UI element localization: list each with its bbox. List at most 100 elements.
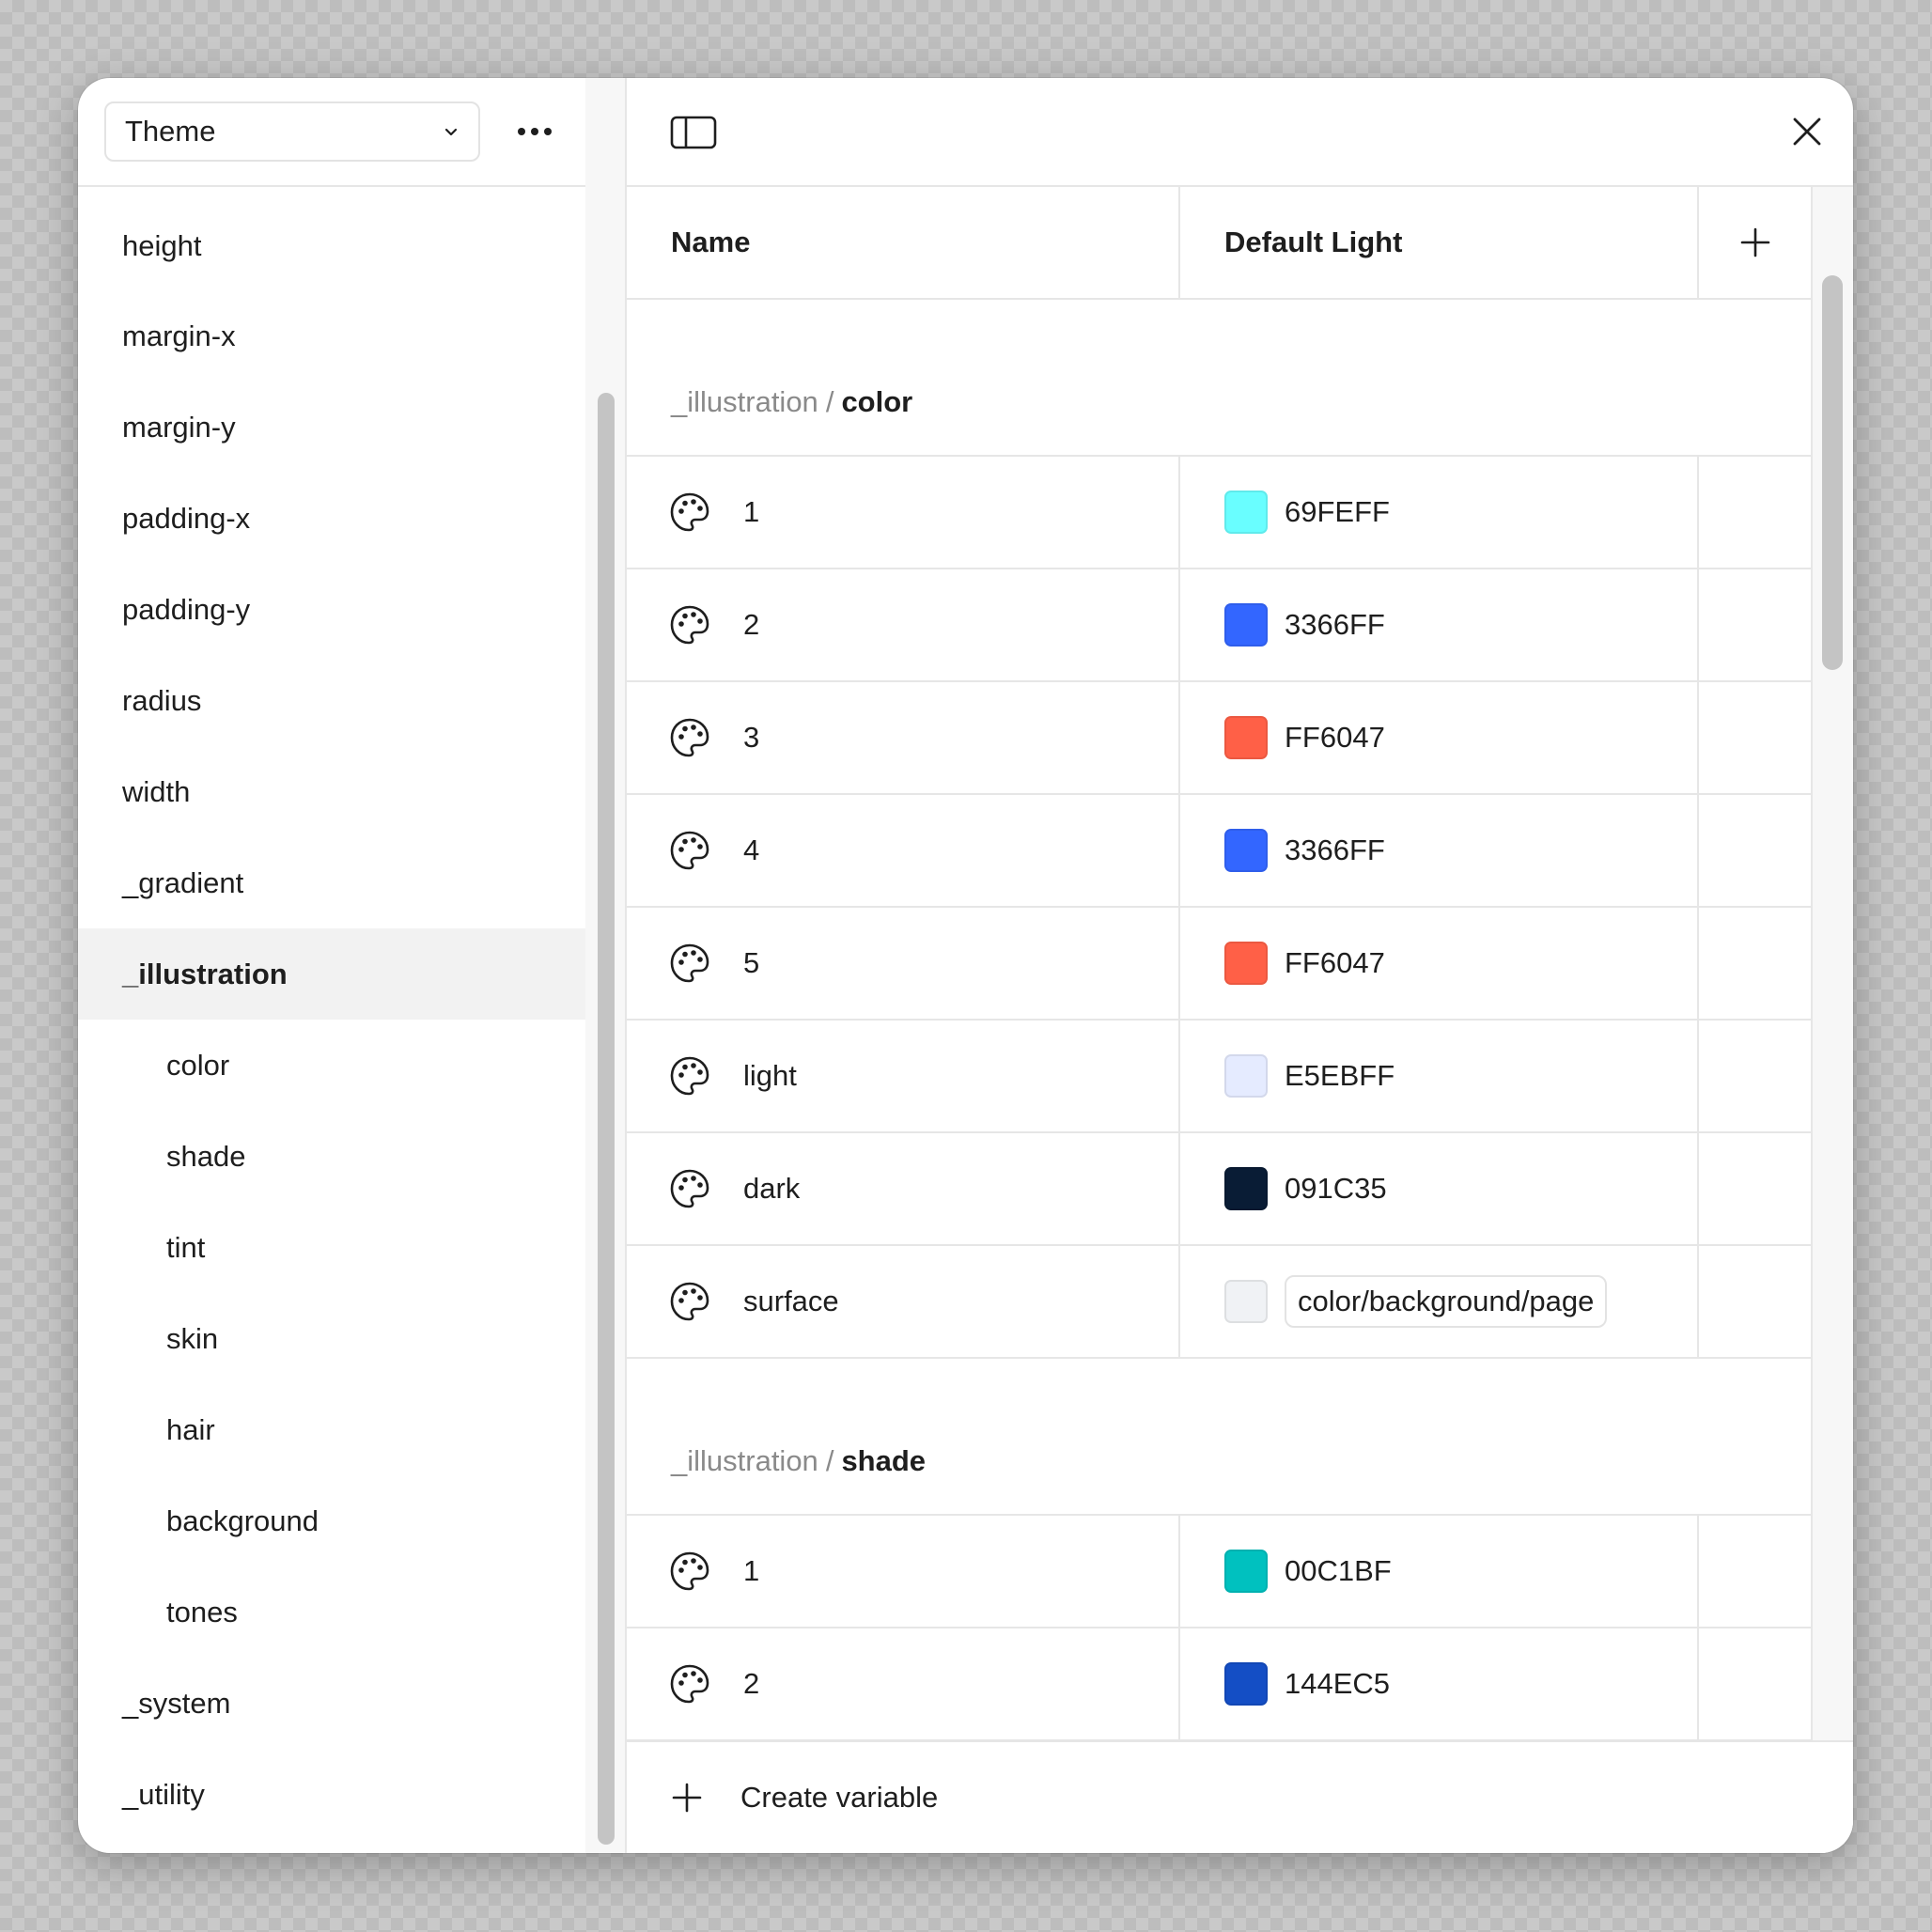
hex-value[interactable]: 3366FF bbox=[1285, 608, 1385, 642]
variable-row[interactable]: 2 144EC5 bbox=[627, 1628, 1811, 1741]
variable-name-cell[interactable]: dark bbox=[627, 1133, 1180, 1244]
palette-icon bbox=[670, 1664, 709, 1704]
hex-value[interactable]: FF6047 bbox=[1285, 946, 1385, 980]
variables-window: Theme height margin-x margin-y padding-x pad… bbox=[78, 78, 1853, 1853]
color-swatch[interactable] bbox=[1224, 1167, 1268, 1210]
sidebar-item-label: radius bbox=[122, 683, 202, 717]
sidebar-item-width[interactable]: width bbox=[78, 746, 585, 837]
column-header-name[interactable]: Name bbox=[627, 187, 1180, 300]
sidebar-item-gradient[interactable]: _gradient bbox=[78, 837, 585, 928]
variable-value-cell[interactable]: 091C35 bbox=[1180, 1133, 1699, 1244]
group-header-shade: _illustration / shade bbox=[627, 1359, 1811, 1516]
color-swatch[interactable] bbox=[1224, 491, 1268, 534]
variable-row[interactable]: 1 00C1BF bbox=[627, 1516, 1811, 1628]
palette-icon bbox=[670, 605, 709, 645]
sidebar-item-height[interactable]: height bbox=[78, 187, 585, 290]
variable-row[interactable]: 5 FF6047 bbox=[627, 908, 1811, 1021]
variable-row[interactable]: light E5EBFF bbox=[627, 1021, 1811, 1133]
more-options-button[interactable] bbox=[506, 108, 563, 155]
variable-value-cell[interactable]: 3366FF bbox=[1180, 569, 1699, 680]
sidebar-toggle-icon[interactable] bbox=[670, 116, 717, 149]
sidebar-item-label: padding-x bbox=[122, 501, 251, 535]
variable-value-cell[interactable]: 3366FF bbox=[1180, 795, 1699, 906]
sidebar-item-skin[interactable]: skin bbox=[78, 1293, 585, 1384]
add-mode-button[interactable] bbox=[1699, 187, 1811, 300]
variable-name-cell[interactable]: light bbox=[627, 1021, 1180, 1131]
variable-value-cell[interactable]: FF6047 bbox=[1180, 682, 1699, 793]
variable-name-cell[interactable]: 2 bbox=[627, 1628, 1180, 1739]
sidebar-item-label: width bbox=[122, 774, 191, 808]
sidebar-item-shade[interactable]: shade bbox=[78, 1111, 585, 1202]
variable-name: 3 bbox=[743, 721, 760, 754]
hex-value[interactable]: 00C1BF bbox=[1285, 1554, 1392, 1588]
variable-row[interactable]: surface color/background/page bbox=[627, 1246, 1811, 1359]
variable-row[interactable]: 3 FF6047 bbox=[627, 682, 1811, 795]
collection-select[interactable]: Theme bbox=[104, 101, 480, 162]
variable-rows: _illustration / color 1 69FEFF 2 3366FF 3 FF6… bbox=[627, 300, 1811, 1741]
variable-name-cell[interactable]: 3 bbox=[627, 682, 1180, 793]
variable-name-cell[interactable]: 1 bbox=[627, 457, 1180, 568]
alias-pill[interactable]: color/background/page bbox=[1285, 1275, 1608, 1328]
variable-name: dark bbox=[743, 1172, 801, 1205]
vertical-scrollbar-thumb[interactable] bbox=[1822, 275, 1843, 670]
variable-row[interactable]: 4 3366FF bbox=[627, 795, 1811, 908]
variable-name-cell[interactable]: 5 bbox=[627, 908, 1180, 1019]
hex-value[interactable]: FF6047 bbox=[1285, 721, 1385, 755]
sidebar-item-label: hair bbox=[166, 1412, 215, 1446]
color-swatch[interactable] bbox=[1224, 1550, 1268, 1593]
variable-value-cell[interactable]: FF6047 bbox=[1180, 908, 1699, 1019]
chevron-down-icon bbox=[444, 128, 458, 136]
palette-icon bbox=[670, 831, 709, 870]
color-swatch[interactable] bbox=[1224, 829, 1268, 872]
color-swatch[interactable] bbox=[1224, 1662, 1268, 1706]
variable-row[interactable]: dark 091C35 bbox=[627, 1133, 1811, 1246]
sidebar-item-system[interactable]: _system bbox=[78, 1658, 585, 1749]
sidebar-item-padding-x[interactable]: padding-x bbox=[78, 473, 585, 564]
variable-name-cell[interactable]: surface bbox=[627, 1246, 1180, 1357]
variable-row[interactable]: 1 69FEFF bbox=[627, 457, 1811, 569]
sidebar-scrollbar[interactable] bbox=[585, 78, 627, 1853]
sidebar-item-tones[interactable]: tones bbox=[78, 1566, 585, 1658]
variable-row[interactable]: 2 3366FF bbox=[627, 569, 1811, 682]
sidebar-item-illustration[interactable]: _illustration bbox=[78, 928, 585, 1020]
sidebar-item-padding-y[interactable]: padding-y bbox=[78, 564, 585, 655]
sidebar-item-label: padding-y bbox=[122, 592, 251, 626]
color-swatch[interactable] bbox=[1224, 942, 1268, 985]
sidebar-item-tint[interactable]: tint bbox=[78, 1202, 585, 1293]
sidebar-item-margin-y[interactable]: margin-y bbox=[78, 382, 585, 473]
hex-value[interactable]: E5EBFF bbox=[1285, 1059, 1394, 1093]
variable-value-cell[interactable]: 69FEFF bbox=[1180, 457, 1699, 568]
color-swatch[interactable] bbox=[1224, 1054, 1268, 1098]
color-swatch[interactable] bbox=[1224, 716, 1268, 759]
variable-value-cell[interactable]: 00C1BF bbox=[1180, 1516, 1699, 1627]
variable-value-cell[interactable]: E5EBFF bbox=[1180, 1021, 1699, 1131]
color-swatch[interactable] bbox=[1224, 603, 1268, 647]
variable-value-cell[interactable]: color/background/page bbox=[1180, 1246, 1699, 1357]
group-path-separator: / bbox=[825, 385, 834, 418]
hex-value[interactable]: 144EC5 bbox=[1285, 1667, 1390, 1701]
sidebar-item-background[interactable]: background bbox=[78, 1475, 585, 1566]
variable-name-cell[interactable]: 4 bbox=[627, 795, 1180, 906]
sidebar-item-utility[interactable]: _utility bbox=[78, 1749, 585, 1840]
sidebar-item-margin-x[interactable]: margin-x bbox=[78, 290, 585, 382]
sidebar-item-hair[interactable]: hair bbox=[78, 1384, 585, 1475]
hex-value[interactable]: 091C35 bbox=[1285, 1172, 1387, 1206]
color-swatch[interactable] bbox=[1224, 1280, 1268, 1323]
sidebar-item-label: _illustration bbox=[122, 957, 288, 990]
main-header bbox=[627, 78, 1853, 187]
sidebar-item-label: shade bbox=[166, 1139, 246, 1173]
sidebar-item-radius[interactable]: radius bbox=[78, 655, 585, 746]
variable-name-cell[interactable]: 2 bbox=[627, 569, 1180, 680]
hex-value[interactable]: 3366FF bbox=[1285, 834, 1385, 867]
create-variable-button[interactable]: Create variable bbox=[627, 1740, 1853, 1853]
vertical-scrollbar[interactable] bbox=[1811, 187, 1853, 1779]
sidebar-item-color[interactable]: color bbox=[78, 1020, 585, 1111]
hex-value[interactable]: 69FEFF bbox=[1285, 495, 1390, 529]
close-icon[interactable] bbox=[1791, 116, 1823, 148]
column-header-mode[interactable]: Default Light bbox=[1180, 187, 1699, 300]
variable-name-cell[interactable]: 1 bbox=[627, 1516, 1180, 1627]
variable-value-cell[interactable]: 144EC5 bbox=[1180, 1628, 1699, 1739]
group-path-leaf: shade bbox=[841, 1444, 927, 1477]
plus-icon bbox=[1740, 227, 1769, 257]
sidebar-scrollbar-thumb[interactable] bbox=[598, 393, 615, 1845]
